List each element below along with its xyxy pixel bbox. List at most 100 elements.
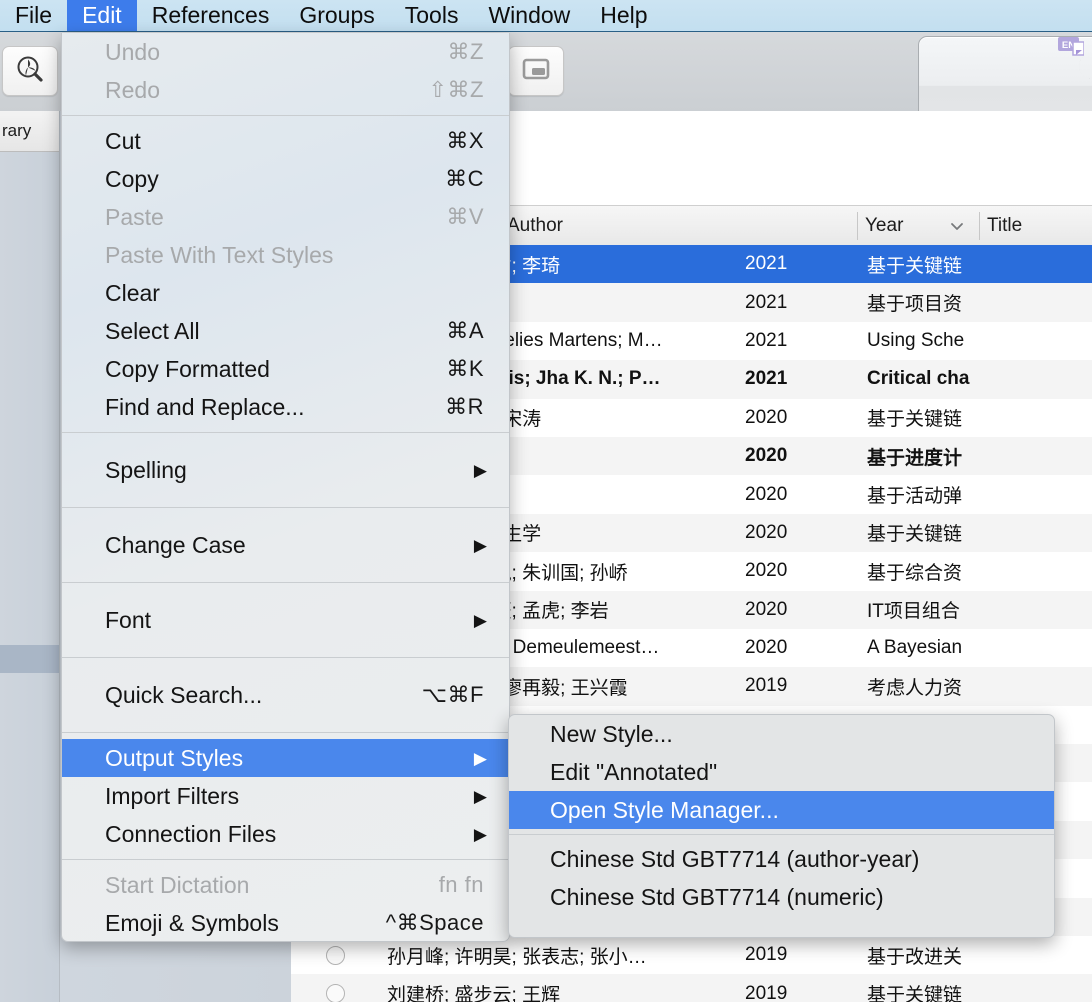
submenu-arrow-icon: ▶ [473,610,487,630]
menu-item-shortcut: ⌘V [446,204,484,229]
submenu-arrow-icon: ▶ [473,535,487,555]
menubar-item-label: Window [488,2,571,28]
cell-title: 基于关键链 [867,985,963,1002]
menu-item-shortcut: ⇧⌘Z [428,77,484,102]
menu-item-label: Start Dictation [105,871,250,898]
menu-item-connection-files[interactable]: Connection Files ▶ [62,815,509,853]
output-styles-submenu: New Style... Edit "Annotated" Open Style M… [508,714,1055,938]
menu-item-label: Select All [105,317,200,344]
menu-item-label: New Style... [550,720,673,747]
sidebar-header-label: rary [2,121,32,140]
menubar-item-window[interactable]: Window [473,0,585,31]
menu-item-undo: Undo ⌘Z [62,33,509,71]
cell-title: 考虑人力资 [867,677,963,699]
menu-item-emoji-symbols[interactable]: Emoji & Symbols ^⌘Space [62,904,509,941]
cell-title: A Bayesian [867,637,963,659]
cell-author: 刘建桥; 盛步云; 王辉 [387,985,561,1002]
cell-year: 2020 [745,445,788,467]
cell-year: 2021 [745,253,788,275]
menubar-item-label: Tools [404,2,459,28]
menubar-item-label: File [15,2,53,28]
sidebar: rary [0,111,60,1002]
menu-item-label: Import Filters [105,782,240,809]
menu-item-shortcut: fn fn [438,872,484,897]
menu-bar: File Edit References Groups Tools Window Help [0,0,1092,32]
menu-item-cut[interactable]: Cut ⌘X [62,122,509,160]
menu-item-label: Spelling [105,456,187,483]
menu-item-label: Output Styles [105,744,244,771]
column-header-year[interactable]: Year [857,206,979,246]
cell-title: 基于项目资 [867,294,963,316]
cell-year: 2019 [745,982,788,1002]
menubar-item-tools[interactable]: Tools [390,0,474,31]
menu-separator [62,115,509,116]
edit-dropdown-menu: Undo ⌘Z Redo ⇧⌘Z Cut ⌘X Copy ⌘C Paste ⌘V Paste Wit… [61,33,510,942]
menu-item-shortcut: ⌥⌘F [421,682,484,707]
menu-item-output-styles[interactable]: Output Styles ▶ [62,739,509,777]
cell-title: 基于关键链 [867,255,963,277]
cell-title: 基于进度计 [867,447,963,469]
menu-separator [62,507,509,508]
column-header-title-label: Title [987,215,1023,236]
row-read-toggle[interactable] [291,984,379,1002]
menu-item-shortcut: ⌘X [446,128,484,153]
column-header-author[interactable]: Author [499,206,857,246]
cell-year: 2020 [745,560,788,582]
sidebar-item-selected[interactable] [0,645,59,673]
input-method-badge[interactable]: EN [1058,37,1085,61]
menu-item-shortcut: ^⌘Space [385,910,484,935]
menu-item-paste-with-text-styles: Paste With Text Styles [62,236,509,274]
menu-item-copy[interactable]: Copy ⌘C [62,160,509,198]
table-row[interactable]: 刘建桥; 盛步云; 王辉 2019 基于关键链 [291,974,1092,1002]
circle-icon [325,984,345,1002]
submenu-item-chinese-std-gbt7714-author-year[interactable]: Chinese Std GBT7714 (author-year) [509,840,1054,878]
cell-year: 2020 [745,406,788,428]
submenu-arrow-icon: ▶ [473,786,487,806]
menu-item-clear[interactable]: Clear [62,274,509,312]
chevron-down-icon[interactable] [949,218,965,234]
menubar-item-references[interactable]: References [137,0,285,31]
pdf-search-button[interactable] [2,46,58,96]
menubar-item-edit[interactable]: Edit [67,0,137,31]
menu-item-label: Undo [105,38,160,65]
cell-title: 基于活动弹 [867,486,963,508]
menu-item-label: Paste With Text Styles [105,241,334,268]
column-header-year-label: Year [865,215,904,236]
menu-item-label: Open Style Manager... [550,796,779,823]
pdf-search-icon [15,54,45,89]
row-read-toggle[interactable] [291,945,379,965]
menu-item-change-case[interactable]: Change Case ▶ [62,514,509,576]
cell-year: 2019 [745,944,788,966]
column-header-title[interactable]: Title [979,206,1092,246]
menubar-item-file[interactable]: File [0,0,67,31]
submenu-item-open-style-manager[interactable]: Open Style Manager... [509,791,1054,829]
menu-item-label: Paste [105,203,164,230]
submenu-arrow-icon: ▶ [473,748,487,768]
submenu-item-edit-annotated[interactable]: Edit "Annotated" [509,753,1054,791]
menu-item-shortcut: ⌘Z [447,39,484,64]
menubar-item-label: References [151,2,270,28]
cell-year: 2020 [745,521,788,543]
menu-item-find-and-replace[interactable]: Find and Replace... ⌘R [62,388,509,426]
menu-item-select-all[interactable]: Select All ⌘A [62,312,509,350]
menu-item-label: Redo [105,76,160,103]
menubar-item-groups[interactable]: Groups [284,0,389,31]
cell-title: IT项目组合 [867,601,960,623]
menu-item-import-filters[interactable]: Import Filters ▶ [62,777,509,815]
menubar-item-label: Help [600,2,648,28]
submenu-arrow-icon: ▶ [473,460,487,480]
menu-item-copy-formatted[interactable]: Copy Formatted ⌘K [62,350,509,388]
menu-item-label: Find and Replace... [105,393,305,420]
circle-icon [325,945,345,965]
cell-author: 孙月峰; 许明昊; 张表志; 张小… [387,946,647,968]
menubar-item-label: Groups [299,2,375,28]
submenu-item-new-style[interactable]: New Style... [509,715,1054,753]
submenu-item-chinese-std-gbt7714-numeric[interactable]: Chinese Std GBT7714 (numeric) [509,878,1054,916]
menu-item-spelling[interactable]: Spelling ▶ [62,439,509,501]
cell-title: Using Sche [867,329,965,351]
menubar-item-help[interactable]: Help [585,0,662,31]
menu-item-label: Font [105,606,152,633]
menu-item-quick-search[interactable]: Quick Search... ⌥⌘F [62,664,509,726]
group-button[interactable] [508,46,564,96]
menu-item-font[interactable]: Font ▶ [62,589,509,651]
